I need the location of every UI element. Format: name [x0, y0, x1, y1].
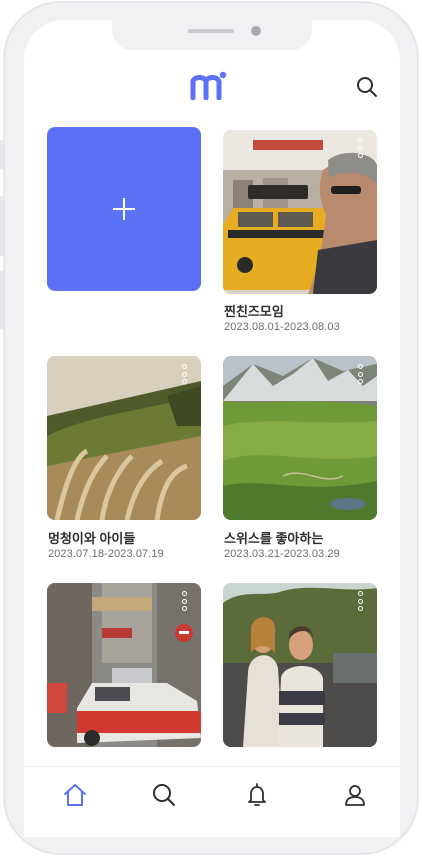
album-dates: 2023.08.01-2023.08.03 [224, 321, 340, 333]
more-vertical-icon[interactable] [358, 364, 364, 384]
side-button [0, 270, 4, 330]
album-cover[interactable] [223, 583, 377, 747]
album-cover[interactable] [223, 356, 377, 520]
user-icon [345, 785, 365, 806]
search-icon [153, 784, 175, 806]
more-vertical-icon[interactable] [358, 138, 364, 158]
add-album-button[interactable] [47, 127, 201, 291]
album-title: 스위스를 좋아하는 [224, 531, 324, 546]
tab-profile[interactable] [341, 781, 369, 809]
more-vertical-icon[interactable] [358, 591, 364, 611]
more-vertical-icon[interactable] [182, 364, 188, 384]
album-title: 멍청이와 아이들 [48, 531, 136, 546]
front-camera [251, 26, 261, 36]
speaker [188, 29, 234, 33]
notch [112, 20, 312, 50]
side-button [0, 140, 4, 170]
album-title: 찐친즈모임 [224, 304, 284, 319]
album-cover[interactable] [47, 583, 201, 747]
bottom-tab-bar [24, 766, 400, 837]
more-vertical-icon[interactable] [182, 591, 188, 611]
search-icon[interactable] [356, 76, 378, 98]
tab-search[interactable] [150, 781, 178, 809]
album-dates: 2023.03.21-2023.03.29 [224, 548, 340, 560]
album-dates: 2023.07.18-2023.07.19 [48, 548, 164, 560]
app-logo [190, 70, 228, 101]
tab-notifications[interactable] [243, 781, 271, 809]
album-cover[interactable] [223, 130, 377, 294]
bell-icon [248, 783, 266, 806]
tab-home[interactable] [61, 781, 89, 809]
plus-icon [47, 127, 201, 291]
album-cover[interactable] [47, 356, 201, 520]
home-icon [64, 784, 86, 806]
side-button [0, 196, 4, 256]
